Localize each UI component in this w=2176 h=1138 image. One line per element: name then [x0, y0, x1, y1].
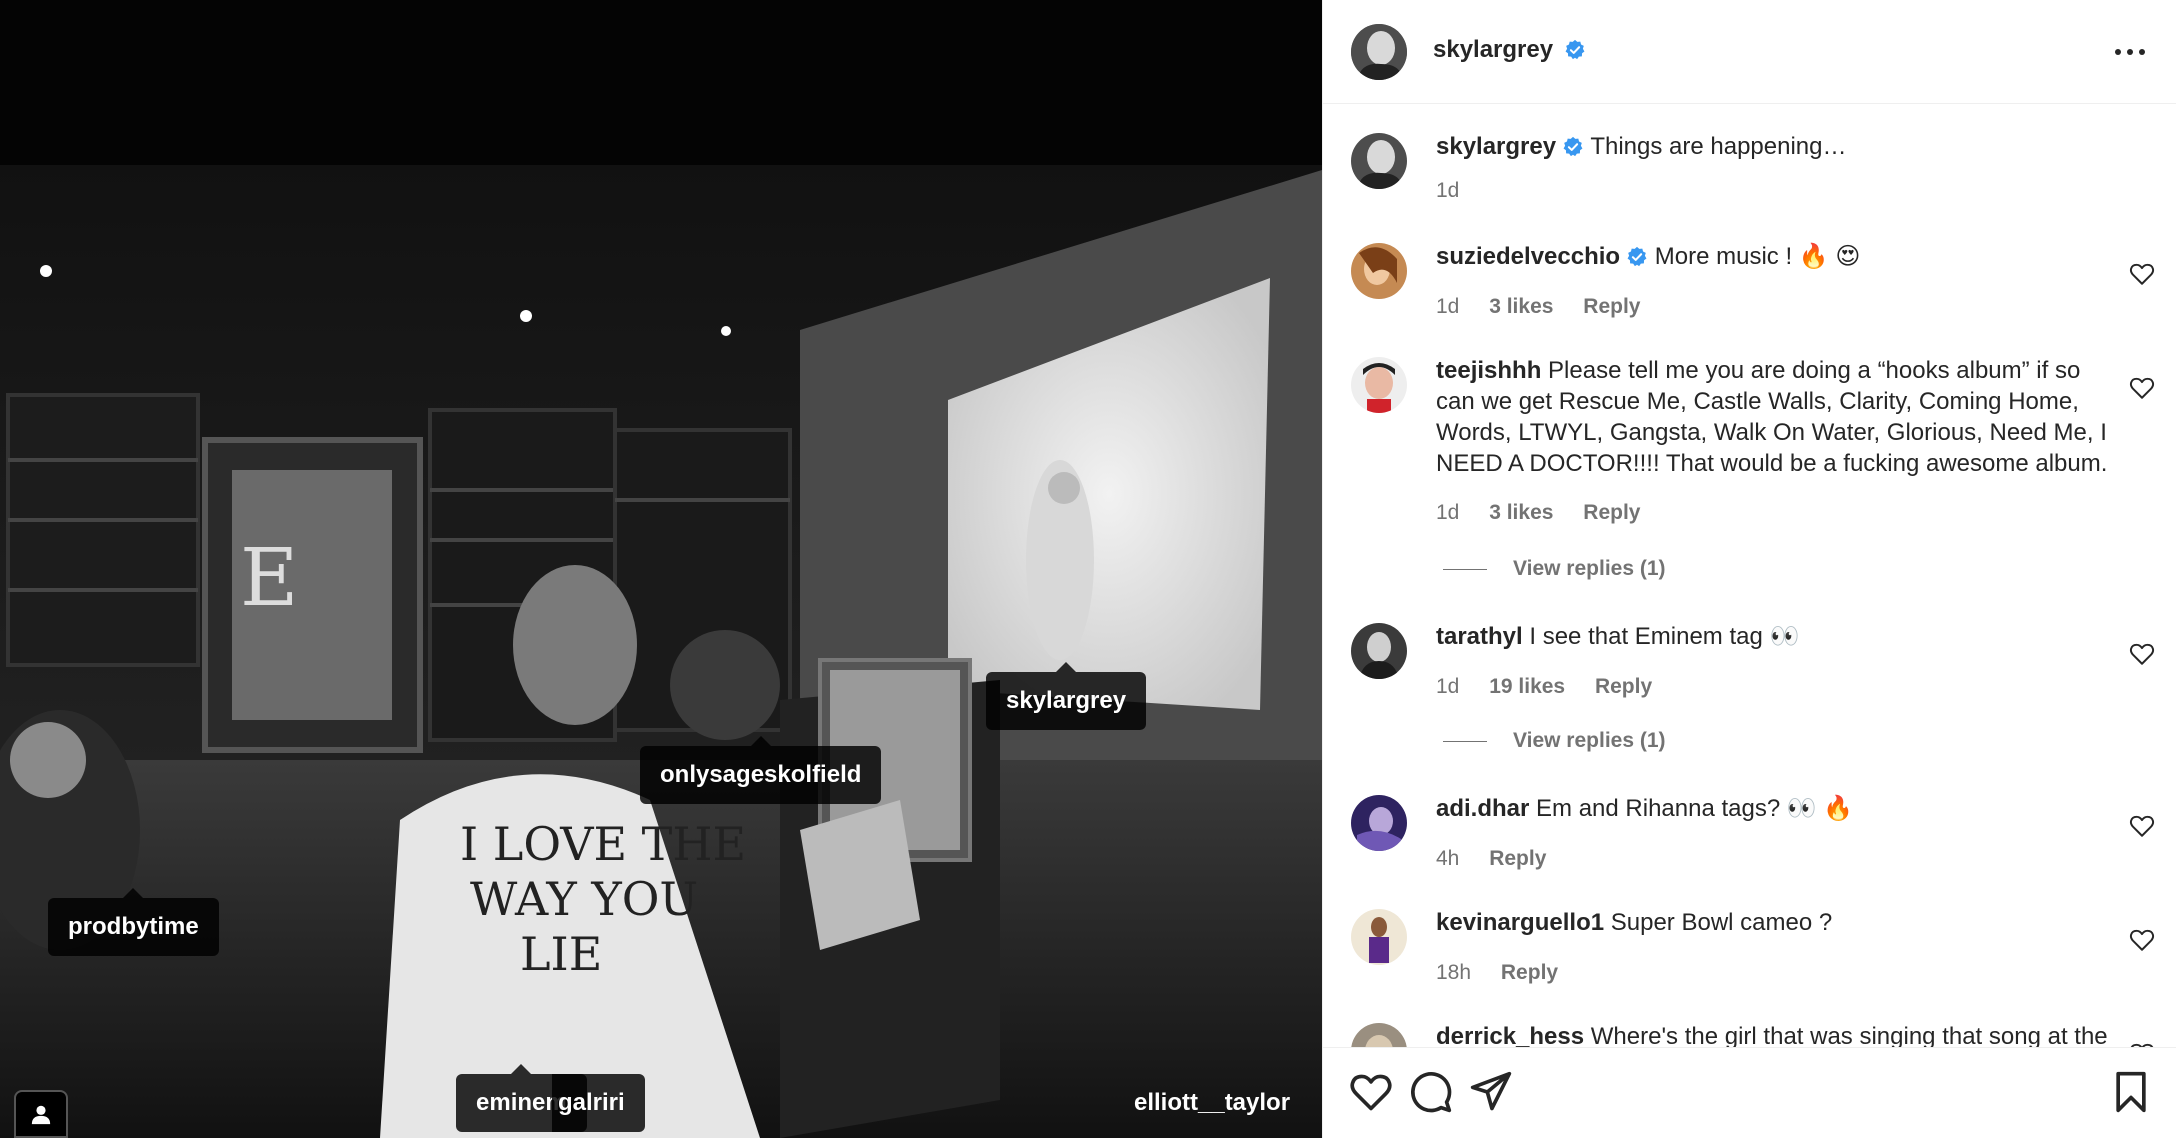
svg-text:WAY YOU: WAY YOU: [470, 872, 698, 926]
comment-likes[interactable]: 19 likes: [1489, 675, 1565, 698]
commenter-avatar-image: [1351, 795, 1407, 851]
commenter-avatar-image: [1351, 1023, 1407, 1047]
reply-button[interactable]: Reply: [1489, 847, 1546, 870]
bookmark-icon[interactable]: [2109, 1070, 2153, 1114]
photo-tag-onlysageskolfield[interactable]: onlysageskolfield: [640, 736, 882, 804]
comments-panel: skylargrey skylargrey Things are happeni…: [1322, 0, 2176, 1138]
comment-item: tarathyl I see that Eminem tag 👀 1d 19 l…: [1323, 621, 2176, 711]
author-avatar[interactable]: [1351, 24, 1407, 80]
photo-tag-prodbytime[interactable]: prodbytime: [48, 888, 219, 956]
comment-item: suziedelvecchio More music ! 🔥 😍 1d 3 li…: [1323, 241, 2176, 331]
author-avatar[interactable]: [1351, 133, 1407, 189]
comment-text: Super Bowl cameo ?: [1610, 909, 1833, 936]
reply-button[interactable]: Reply: [1595, 675, 1652, 698]
heart-icon[interactable]: [2129, 813, 2155, 839]
verified-badge-icon: [1565, 39, 1584, 60]
post-actions-bar: [1323, 1047, 2176, 1138]
commenter-avatar[interactable]: [1351, 909, 1407, 965]
commenter-avatar[interactable]: [1351, 623, 1407, 679]
comment-text: Em and Rihanna tags? 👀 🔥: [1536, 795, 1854, 822]
caption-username[interactable]: skylargrey: [1436, 133, 1556, 160]
photo-tag-elliott-taylor[interactable]: elliott__taylor: [1114, 1074, 1310, 1132]
comment-age: 18h: [1436, 961, 1472, 984]
more-options-icon[interactable]: [2113, 40, 2147, 64]
comment-username[interactable]: tarathyl: [1436, 623, 1523, 650]
comment-username[interactable]: derrick_hess: [1436, 1023, 1584, 1047]
comment-username[interactable]: kevinarguello1: [1436, 909, 1604, 936]
comment-item: teejishhh Please tell me you are doing a…: [1323, 355, 2176, 555]
commenter-avatar[interactable]: [1351, 357, 1407, 413]
verified-badge-icon: [1627, 246, 1647, 267]
comment-text: I see that Eminem tag 👀: [1529, 623, 1800, 650]
comment-item: derrick_hess Where's the girl that was s…: [1323, 1021, 2176, 1047]
comment-age: 4h: [1436, 847, 1460, 870]
svg-text:E: E: [240, 531, 298, 624]
reply-button[interactable]: Reply: [1583, 295, 1640, 318]
commenter-avatar-image: [1351, 623, 1407, 679]
commenter-avatar-image: [1351, 243, 1407, 299]
heart-icon[interactable]: [2129, 261, 2155, 287]
author-avatar-image: [1351, 24, 1407, 80]
svg-text:LIE: LIE: [520, 927, 602, 981]
person-icon: [31, 1105, 51, 1125]
commenter-avatar-image: [1351, 909, 1407, 965]
show-tags-button[interactable]: [14, 1090, 68, 1138]
commenter-avatar[interactable]: [1351, 1023, 1407, 1047]
heart-icon[interactable]: [2129, 927, 2155, 953]
photo-tag-skylargrey[interactable]: skylargrey: [986, 662, 1147, 730]
view-replies-divider: [1443, 740, 1487, 742]
caption-age: 1d: [1436, 179, 1460, 202]
comment-username[interactable]: adi.dhar: [1436, 795, 1529, 822]
heart-icon[interactable]: [2129, 375, 2155, 401]
comment-text: More music ! 🔥 😍: [1654, 243, 1861, 270]
svg-text:I LOVE THE: I LOVE THE: [460, 817, 746, 871]
heart-icon[interactable]: [1349, 1070, 1393, 1114]
post-photo[interactable]: E I LOVE THE WAY YOU LIE skylargrey only…: [0, 0, 1322, 1138]
comment-username[interactable]: teejishhh: [1436, 357, 1541, 384]
post-caption: skylargrey Things are happening… 1d: [1323, 131, 2176, 221]
comment-age: 1d: [1436, 501, 1460, 524]
view-replies-button[interactable]: View replies (1): [1443, 729, 1666, 753]
commenter-avatar[interactable]: [1351, 243, 1407, 299]
comment-age: 1d: [1436, 295, 1460, 318]
author-avatar-image: [1351, 133, 1407, 189]
heart-icon[interactable]: [2129, 641, 2155, 667]
comment-item: adi.dhar Em and Rihanna tags? 👀 🔥 4h Rep…: [1323, 793, 2176, 883]
view-replies-button[interactable]: View replies (1): [1443, 557, 1666, 581]
commenter-avatar[interactable]: [1351, 795, 1407, 851]
comment-age: 1d: [1436, 675, 1460, 698]
comments-list[interactable]: skylargrey Things are happening… 1d suzi…: [1323, 105, 2176, 1047]
reply-button[interactable]: Reply: [1583, 501, 1640, 524]
commenter-avatar-image: [1351, 357, 1407, 413]
paper-plane-icon[interactable]: [1469, 1070, 1513, 1114]
caption-text: Things are happening…: [1590, 133, 1847, 160]
comment-item: kevinarguello1 Super Bowl cameo ? 18h Re…: [1323, 907, 2176, 997]
comment-text: Where's the girl that was singing that s…: [1590, 1023, 2108, 1047]
post-header: skylargrey: [1323, 0, 2176, 104]
author-username[interactable]: skylargrey: [1433, 36, 1553, 63]
reply-button[interactable]: Reply: [1501, 961, 1558, 984]
comment-likes[interactable]: 3 likes: [1489, 295, 1553, 318]
photo-tag-galriri[interactable]: galriri: [552, 1074, 645, 1132]
studio-photo-image: E I LOVE THE WAY YOU LIE: [0, 0, 1322, 1138]
comment-username[interactable]: suziedelvecchio: [1436, 243, 1620, 270]
comment-bubble-icon[interactable]: [1409, 1070, 1453, 1114]
comment-likes[interactable]: 3 likes: [1489, 501, 1553, 524]
view-replies-divider: [1443, 568, 1487, 570]
verified-badge-icon: [1563, 136, 1583, 157]
